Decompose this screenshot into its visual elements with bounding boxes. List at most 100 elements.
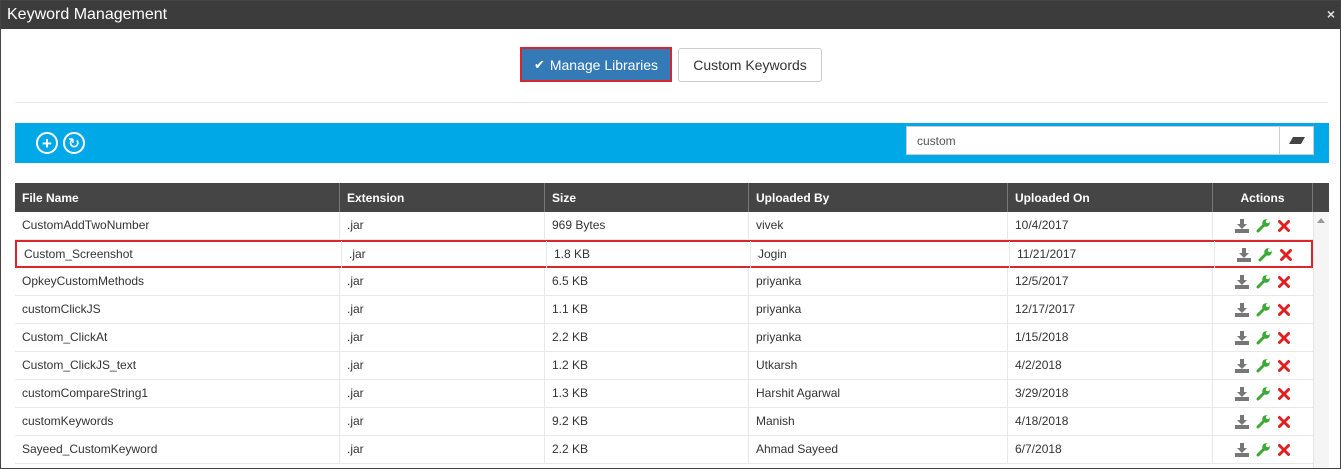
table-row[interactable]: CustomAddTwoNumber .jar 969 Bytes vivek … [15,212,1313,240]
table-row[interactable]: Sayeed_CustomKeyword .jar 2.2 KB Ahmad S… [15,436,1313,464]
size-cell: 1.8 KB [547,241,751,268]
size-cell: 1.3 KB [545,380,749,407]
table-row[interactable]: Custom_ClickJS_text .jar 1.2 KB Utkarsh … [15,352,1313,380]
close-icon[interactable]: × [1327,6,1335,22]
uploaded-on-cell: 1/15/2018 [1008,324,1213,351]
scroll-up-arrow-icon[interactable] [1317,218,1325,223]
delete-x-icon[interactable] [1277,359,1291,373]
extension-cell: .jar [340,436,545,463]
file-name-cell: customKeywords [15,408,340,435]
actions-cell [1213,380,1313,407]
wrench-icon[interactable] [1256,219,1270,233]
uploaded-by-cell: Jogin [751,241,1010,268]
uploaded-on-cell: 6/7/2018 [1008,436,1213,463]
column-header-uploaded-on[interactable]: Uploaded On [1008,183,1213,212]
download-icon[interactable] [1235,359,1249,373]
actions-cell [1213,436,1313,463]
uploaded-by-cell: priyanka [749,296,1008,323]
table-row[interactable]: customClickJS .jar 1.1 KB priyanka 12/17… [15,296,1313,324]
extension-cell: .jar [342,241,547,268]
uploaded-on-cell: 11/21/2017 [1010,241,1215,268]
uploaded-by-cell: Ahmad Sayeed [749,436,1008,463]
uploaded-by-cell: Harshit Agarwal [749,380,1008,407]
table-row[interactable]: Custom_Screenshot .jar 1.8 KB Jogin 11/2… [15,240,1313,268]
actions-cell [1213,296,1313,323]
custom-keywords-label: Custom Keywords [693,57,807,73]
uploaded-by-cell: Utkarsh [749,352,1008,379]
extension-cell: .jar [340,268,545,295]
extension-cell: .jar [340,380,545,407]
wrench-icon[interactable] [1256,331,1270,345]
wrench-icon[interactable] [1256,387,1270,401]
dialog-title: Keyword Management [7,6,168,23]
actions-cell [1213,352,1313,379]
download-icon[interactable] [1235,415,1249,429]
wrench-icon[interactable] [1256,415,1270,429]
file-name-cell: OpkeyCustomMethods [15,268,340,295]
actions-cell [1213,324,1313,351]
delete-x-icon[interactable] [1277,443,1291,457]
download-icon[interactable] [1235,331,1249,345]
wrench-icon[interactable] [1256,359,1270,373]
file-name-cell: CustomAddTwoNumber [15,212,340,239]
uploaded-by-cell: priyanka [749,268,1008,295]
file-name-cell: Custom_ClickJS_text [15,352,340,379]
uploaded-on-cell: 10/4/2017 [1008,212,1213,239]
size-cell: 6.5 KB [545,268,749,295]
download-icon[interactable] [1235,387,1249,401]
size-cell: 9.2 KB [545,408,749,435]
size-cell: 969 Bytes [545,212,749,239]
wrench-icon[interactable] [1256,275,1270,289]
uploaded-on-cell: 3/29/2018 [1008,380,1213,407]
keyword-management-dialog: Keyword Management × ✔ Manage Libraries … [0,0,1341,469]
custom-keywords-button[interactable]: Custom Keywords [678,48,822,82]
library-toolbar: + ↻ [15,123,1329,163]
file-name-cell: Custom_Screenshot [17,241,342,268]
delete-x-icon[interactable] [1277,331,1291,345]
delete-x-icon[interactable] [1277,275,1291,289]
size-cell: 1.1 KB [545,296,749,323]
table-row[interactable]: Custom_ClickAt .jar 2.2 KB priyanka 1/15… [15,324,1313,352]
file-name-cell: Sayeed_CustomKeyword [15,436,340,463]
delete-x-icon[interactable] [1277,387,1291,401]
plus-circle-icon[interactable]: + [36,132,58,154]
table-row[interactable]: customKeywords .jar 9.2 KB Manish 4/18/2… [15,408,1313,436]
divider [15,102,1328,103]
title-bar: Keyword Management × [1,1,1340,29]
delete-x-icon[interactable] [1277,303,1291,317]
column-header-file-name[interactable]: File Name [15,183,340,212]
size-cell: 2.2 KB [545,436,749,463]
wrench-icon[interactable] [1256,443,1270,457]
actions-cell [1215,241,1315,268]
refresh-circle-icon[interactable]: ↻ [63,132,85,154]
vertical-scrollbar[interactable] [1313,212,1329,468]
clear-search-button[interactable] [1279,126,1314,155]
delete-x-icon[interactable] [1277,415,1291,429]
uploaded-on-cell: 12/17/2017 [1008,296,1213,323]
download-icon[interactable] [1237,248,1251,262]
delete-x-icon[interactable] [1279,248,1293,262]
table-row[interactable]: OpkeyCustomMethods .jar 6.5 KB priyanka … [15,268,1313,296]
column-header-extension[interactable]: Extension [340,183,545,212]
column-header-uploaded-by[interactable]: Uploaded By [749,183,1008,212]
column-header-size[interactable]: Size [545,183,749,212]
download-icon[interactable] [1235,303,1249,317]
uploaded-by-cell: vivek [749,212,1008,239]
size-cell: 1.2 KB [545,352,749,379]
uploaded-by-cell: Manish [749,408,1008,435]
eraser-icon [1288,137,1305,144]
uploaded-on-cell: 4/18/2018 [1008,408,1213,435]
wrench-icon[interactable] [1256,303,1270,317]
table-row[interactable]: customCompareString1 .jar 1.3 KB Harshit… [15,380,1313,408]
download-icon[interactable] [1235,219,1249,233]
extension-cell: .jar [340,352,545,379]
download-icon[interactable] [1235,443,1249,457]
wrench-icon[interactable] [1258,248,1272,262]
delete-x-icon[interactable] [1277,219,1291,233]
download-icon[interactable] [1235,275,1249,289]
manage-libraries-button[interactable]: ✔ Manage Libraries [520,47,672,82]
extension-cell: .jar [340,408,545,435]
search-input[interactable] [906,126,1280,155]
manage-libraries-label: Manage Libraries [549,56,659,73]
column-header-actions: Actions [1213,183,1313,212]
